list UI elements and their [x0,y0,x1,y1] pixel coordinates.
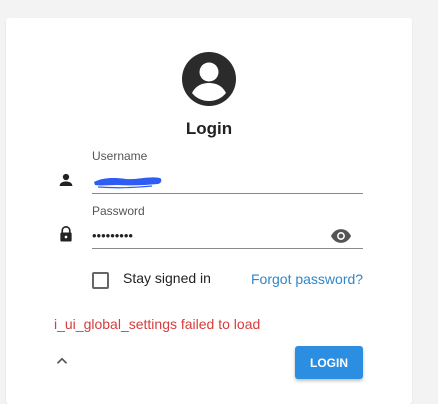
login-card: Login Username Password ••••••••• Stay s… [6,18,412,404]
username-label: Username [92,149,148,163]
person-icon [59,173,73,186]
stay-signed-in-checkbox[interactable] [92,272,109,289]
error-message: i_ui_global_settings failed to load [54,316,261,332]
password-field[interactable]: ••••••••• [92,226,363,249]
login-button[interactable]: LOGIN [295,346,363,379]
redaction-scribble [94,177,162,189]
username-field[interactable] [92,171,363,194]
account-circle-icon [182,52,236,106]
eye-icon[interactable] [330,225,352,247]
page-title: Login [185,119,233,138]
forgot-password-link[interactable]: Forgot password? [251,271,363,287]
stay-signed-in-label: Stay signed in [123,270,211,286]
password-label: Password [92,204,145,218]
chevron-up-icon[interactable] [53,352,71,370]
lock-icon [60,226,72,242]
password-value: ••••••••• [92,228,133,243]
